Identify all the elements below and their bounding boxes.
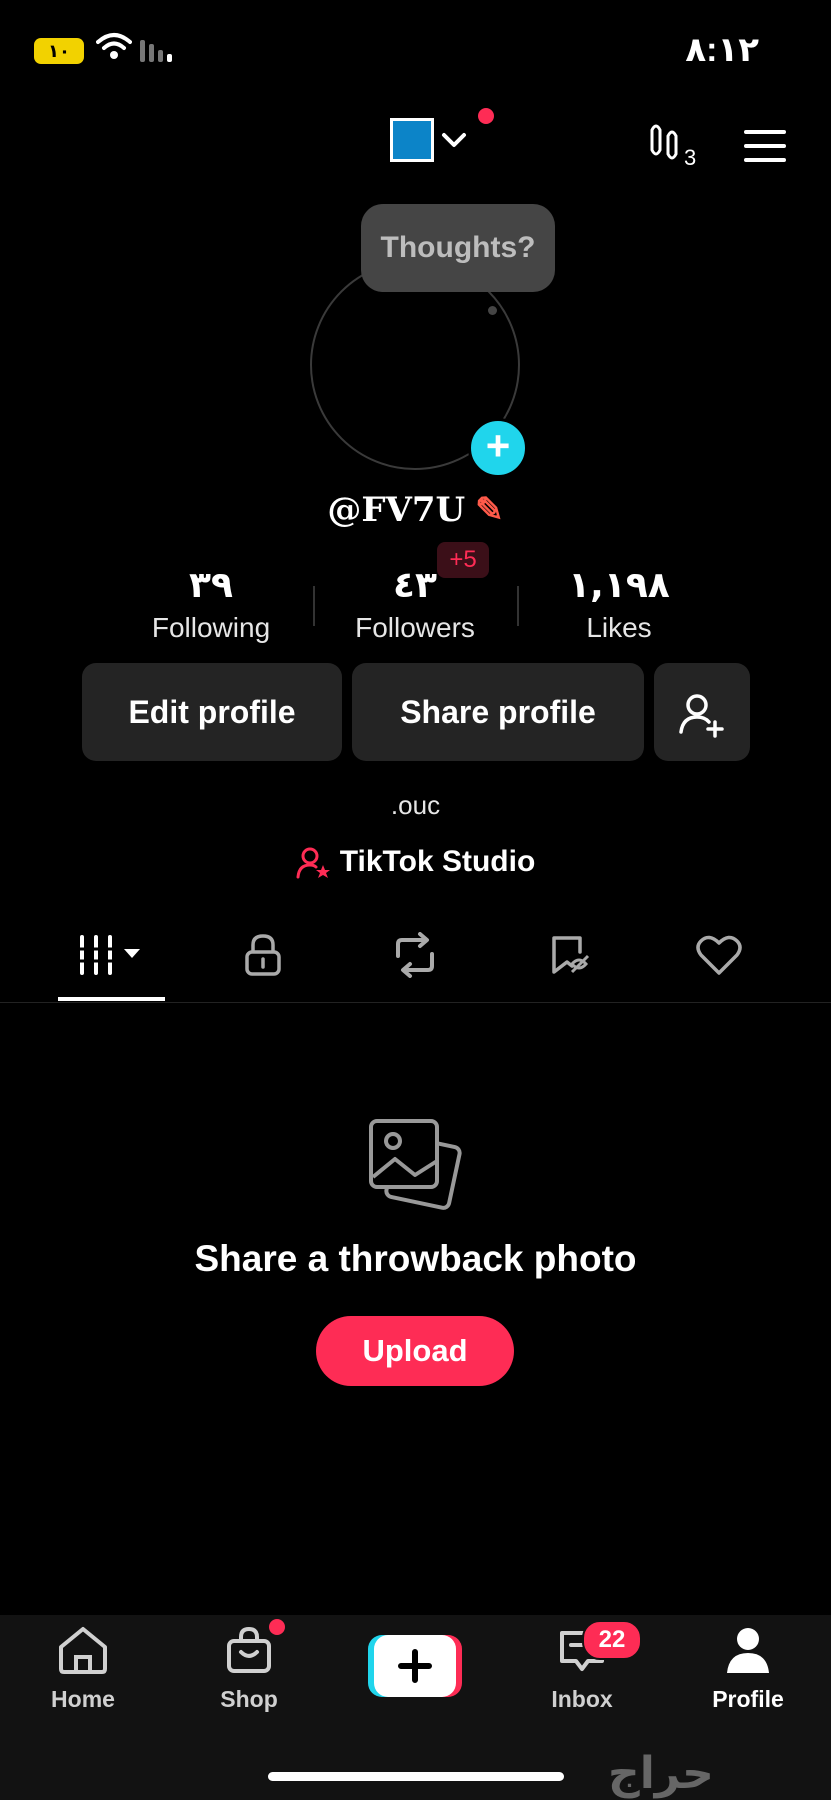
battery-indicator: ١٠	[34, 38, 84, 64]
add-user-icon	[679, 693, 724, 738]
tab-favorites[interactable]	[509, 910, 629, 1000]
home-icon	[59, 1627, 107, 1674]
bio-text: .ouc	[390, 790, 441, 820]
likes-stat[interactable]: ١,١٩٨ Likes	[514, 565, 724, 644]
likes-label: Likes	[586, 612, 652, 643]
repost-icon	[396, 932, 434, 978]
tab-private[interactable]	[203, 910, 323, 1000]
tab-videos[interactable]	[52, 910, 172, 1000]
username[interactable]: @FV7U ✎	[0, 490, 831, 530]
thoughts-bubble[interactable]: Thoughts?	[361, 204, 555, 292]
active-tab-indicator	[58, 997, 165, 1001]
likes-count: ١,١٩٨	[568, 565, 670, 606]
account-thumbnail	[390, 118, 434, 162]
edit-pencil-icon[interactable]: ✎	[475, 490, 504, 530]
nav-shop-label: Shop	[220, 1686, 278, 1712]
nav-home[interactable]: Home	[23, 1625, 143, 1713]
nav-profile-label: Profile	[712, 1686, 784, 1712]
photo-icon	[365, 1115, 469, 1220]
tab-liked[interactable]	[659, 910, 779, 1000]
nav-profile[interactable]: Profile	[688, 1625, 808, 1713]
lock-icon	[245, 934, 281, 976]
inbox-badge: 22	[582, 1620, 642, 1660]
add-avatar-button[interactable]: +	[468, 418, 528, 478]
wifi-icon	[96, 32, 132, 65]
home-indicator[interactable]	[268, 1772, 564, 1781]
grid-icon	[76, 935, 140, 975]
cellular-signal-icon	[140, 40, 172, 62]
followers-stat[interactable]: ٤٣ Followers	[310, 565, 520, 644]
heart-icon	[696, 935, 742, 975]
studio-label: TikTok Studio	[339, 845, 536, 878]
nav-shop[interactable]: Shop	[189, 1625, 309, 1713]
new-followers-badge: +5	[437, 542, 489, 578]
account-switcher[interactable]	[390, 118, 468, 162]
shop-bag-icon	[227, 1626, 271, 1673]
empty-state-title: Share a throwback photo	[194, 1238, 637, 1279]
content-tabs	[0, 910, 831, 1003]
add-friends-button[interactable]	[654, 663, 750, 761]
following-stat[interactable]: ٣٩ Following	[106, 565, 316, 644]
footprint-icon[interactable]	[646, 120, 686, 169]
nav-inbox-label: Inbox	[551, 1686, 613, 1712]
shop-notification-dot	[269, 1619, 285, 1635]
upload-button[interactable]: Upload	[316, 1316, 514, 1386]
nav-home-label: Home	[51, 1686, 115, 1712]
status-time: ٨:١٢	[685, 31, 759, 69]
following-label: Following	[151, 612, 271, 643]
watermark-logo: حراج	[608, 1749, 714, 1798]
notification-dot	[478, 108, 494, 124]
footprint-count: 3	[684, 145, 697, 170]
profile-icon	[727, 1628, 769, 1673]
studio-user-icon	[296, 847, 330, 879]
bubble-tail	[488, 306, 497, 315]
username-text: @FV7U	[327, 490, 466, 530]
edit-profile-button[interactable]: Edit profile	[82, 663, 342, 761]
plus-icon	[368, 1635, 462, 1697]
tiktok-studio-link[interactable]: TikTok Studio	[0, 845, 831, 881]
tab-reposts[interactable]	[355, 910, 475, 1000]
bookmark-hidden-icon	[552, 936, 590, 974]
following-count: ٣٩	[189, 565, 233, 606]
followers-label: Followers	[355, 612, 475, 643]
share-profile-button[interactable]: Share profile	[352, 663, 644, 761]
create-button[interactable]	[368, 1635, 462, 1697]
chevron-down-icon	[442, 133, 466, 147]
menu-icon[interactable]	[744, 130, 786, 172]
